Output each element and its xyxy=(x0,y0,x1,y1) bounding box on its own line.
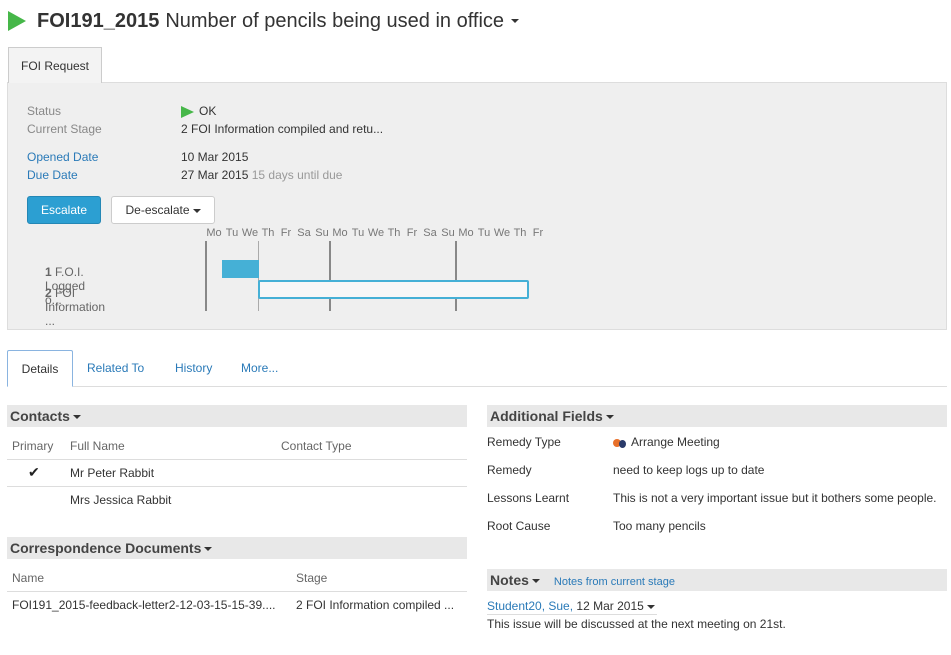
gantt-row-2: 2 FOI Information ... xyxy=(45,286,105,328)
note-meta: Student20, Sue, 12 Mar 2015 xyxy=(487,599,655,613)
detail-tabs: Details Related To History More... xyxy=(7,350,947,387)
gantt-day-label: Tu xyxy=(225,227,239,239)
case-title[interactable]: Number of pencils being used in office xyxy=(165,10,504,33)
correspondence-dropdown-icon xyxy=(204,547,213,552)
due-date-label[interactable]: Due Date xyxy=(27,168,78,182)
due-date-value: 27 Mar 2015 15 days until due xyxy=(181,168,342,182)
gantt-day-label: Th xyxy=(261,227,275,239)
status-text: OK xyxy=(199,104,217,118)
gantt-day-label: We xyxy=(367,227,385,239)
remedy-value: need to keep logs up to date xyxy=(613,463,765,477)
current-stage-link[interactable]: 2 FOI Information compiled and retu... xyxy=(181,122,383,136)
tab-related-to[interactable]: Related To xyxy=(87,350,144,387)
current-stage-label: Current Stage xyxy=(27,122,102,136)
divider xyxy=(487,614,657,615)
tab-history[interactable]: History xyxy=(175,350,212,387)
deescalate-label: De-escalate xyxy=(125,203,190,217)
gantt-day-label: We xyxy=(493,227,511,239)
correspondence-col-name: Name xyxy=(12,571,45,585)
gantt-row-2-label: FOI Information ... xyxy=(45,286,106,328)
remedy-type-label: Remedy Type xyxy=(487,435,561,449)
primary-check-icon: ✔ xyxy=(28,464,40,480)
gantt-day-label: We xyxy=(241,227,259,239)
opened-date-label[interactable]: Opened Date xyxy=(27,150,98,164)
contacts-header[interactable]: Contacts xyxy=(7,405,467,427)
correspondence-title: Correspondence Documents xyxy=(10,540,202,556)
note-date: 12 Mar 2015 xyxy=(576,599,644,613)
gantt-day-label: Fr xyxy=(532,227,544,239)
divider xyxy=(7,591,467,592)
status-value: OK xyxy=(181,104,216,118)
remedy-label: Remedy xyxy=(487,463,532,477)
additional-fields-title: Additional Fields xyxy=(490,408,603,424)
gantt-day-label: Tu xyxy=(351,227,365,239)
contact-name-link[interactable]: Mrs Jessica Rabbit xyxy=(70,493,171,507)
deescalate-dropdown-icon xyxy=(192,208,201,213)
contacts-col-type: Contact Type xyxy=(281,439,352,453)
opened-date-value: 10 Mar 2015 xyxy=(181,150,249,164)
document-stage: 2 FOI Information compiled ... xyxy=(296,598,455,612)
remedy-type-text: Arrange Meeting xyxy=(631,435,720,449)
gantt-row-2-num: 2 xyxy=(45,286,52,300)
gantt-row-1-num: 1 xyxy=(45,265,52,279)
note-author-link[interactable]: Student20, Sue, xyxy=(487,599,573,613)
tab-more[interactable]: More... xyxy=(241,350,278,387)
note-text: This issue will be discussed at the next… xyxy=(487,617,786,631)
gantt-day-label: Mo xyxy=(458,227,474,239)
note-dropdown-icon[interactable] xyxy=(646,604,655,609)
lessons-learnt-label: Lessons Learnt xyxy=(487,491,570,505)
additional-fields-header[interactable]: Additional Fields xyxy=(487,405,947,427)
page-header: FOI191_2015 Number of pencils being used… xyxy=(8,8,520,34)
notes-filter-link[interactable]: Notes from current stage xyxy=(554,576,675,588)
contacts-col-primary: Primary xyxy=(12,439,54,453)
ok-play-icon xyxy=(181,105,194,118)
gantt-day-label: Mo xyxy=(332,227,348,239)
divider xyxy=(7,486,467,487)
contact-name-link[interactable]: Mr Peter Rabbit xyxy=(70,466,154,480)
status-play-icon xyxy=(8,11,26,31)
title-dropdown-icon[interactable] xyxy=(511,19,520,23)
gantt-day-label: Th xyxy=(387,227,401,239)
notes-title: Notes xyxy=(490,572,529,588)
document-link[interactable]: FOI191_2015-feedback-letter2-12-03-15-15… xyxy=(12,598,276,612)
contacts-dropdown-icon xyxy=(72,415,81,420)
correspondence-header[interactable]: Correspondence Documents xyxy=(7,537,467,559)
gantt-bar-stage-1[interactable] xyxy=(222,260,259,278)
notes-header[interactable]: Notes Notes from current stage xyxy=(487,569,947,591)
due-note: 15 days until due xyxy=(251,168,343,182)
gantt-day-label: Sa xyxy=(297,227,311,239)
remedy-type-value: Arrange Meeting xyxy=(613,435,720,449)
gantt-day-label: Fr xyxy=(280,227,292,239)
additional-fields-dropdown-icon xyxy=(605,415,614,420)
divider xyxy=(7,459,467,460)
correspondence-col-stage: Stage xyxy=(296,571,328,585)
meeting-icon xyxy=(613,437,627,449)
gantt-bar-stage-2[interactable] xyxy=(258,280,529,299)
due-date-text: 27 Mar 2015 xyxy=(181,168,249,182)
status-label: Status xyxy=(27,104,62,118)
gantt-day-label: Th xyxy=(513,227,527,239)
gantt-day-label: Sa xyxy=(423,227,437,239)
gantt-day-label: Mo xyxy=(206,227,222,239)
gantt-week-line xyxy=(329,241,331,311)
contacts-title: Contacts xyxy=(10,408,70,424)
gantt-day-label: Fr xyxy=(406,227,418,239)
gantt-week-line xyxy=(455,241,457,311)
notes-dropdown-icon xyxy=(531,579,540,584)
escalate-button[interactable]: Escalate xyxy=(27,196,101,224)
gantt-week-line xyxy=(205,241,207,311)
case-id: FOI191_2015 xyxy=(37,9,160,32)
root-cause-value: Too many pencils xyxy=(613,519,706,533)
gantt-day-label: Tu xyxy=(477,227,491,239)
contacts-col-name: Full Name xyxy=(70,439,125,453)
tab-details[interactable]: Details xyxy=(7,350,73,387)
tab-foi-request[interactable]: FOI Request xyxy=(8,47,102,83)
deescalate-button[interactable]: De-escalate xyxy=(111,196,215,224)
root-cause-label: Root Cause xyxy=(487,519,551,533)
gantt-day-label: Su xyxy=(315,227,329,239)
lessons-learnt-value: This is not a very important issue but i… xyxy=(613,491,937,505)
gantt-day-label: Su xyxy=(441,227,455,239)
